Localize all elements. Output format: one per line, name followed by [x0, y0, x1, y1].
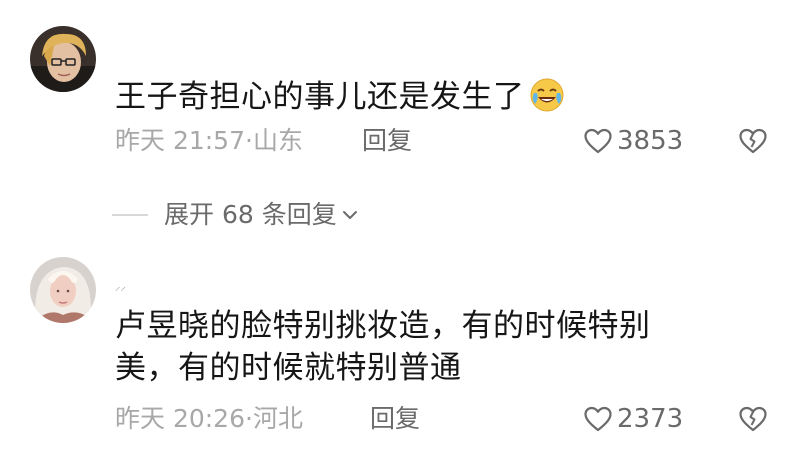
avatar[interactable]: [30, 257, 96, 323]
like-button[interactable]: 2373: [583, 404, 683, 434]
reply-button[interactable]: 回复: [370, 404, 420, 434]
comment-text-line-1: 卢昱晓的脸特别挑妆造，有的时候特别: [115, 308, 651, 344]
dislike-button[interactable]: [738, 404, 768, 434]
comment-timestamp-location: 昨天 20:26·河北: [115, 404, 303, 433]
comment-text-line-2: 美，有的时候就特别普通: [115, 350, 462, 386]
like-count: 2373: [617, 404, 684, 434]
heart-icon: [584, 406, 612, 432]
comment-text: 卢昱晓的脸特别挑妆造，有的时候特别 美，有的时候就特别普通: [115, 305, 735, 389]
comment-item-2: ⸝⸝ 卢昱晓的脸特别挑妆造，有的时候特别 美，有的时候就特别普通 昨天 20:2…: [0, 0, 800, 462]
comment-username[interactable]: ⸝⸝: [115, 280, 126, 294]
broken-heart-icon: [739, 406, 767, 432]
